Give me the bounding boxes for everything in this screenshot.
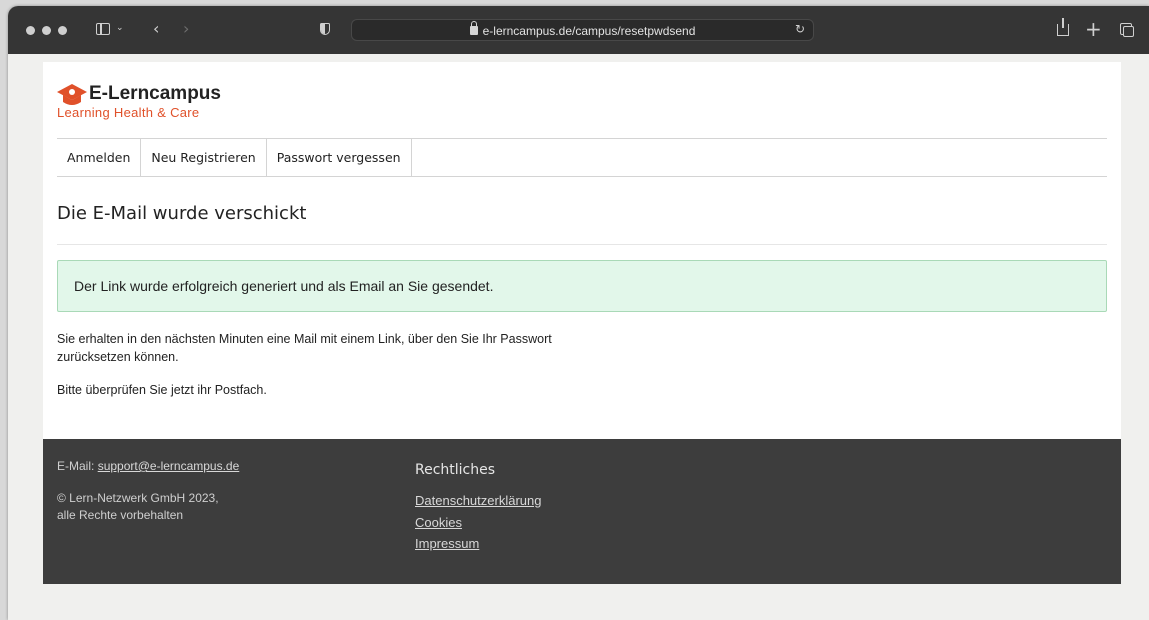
minimize-window-button[interactable] (42, 26, 51, 35)
copyright-line-2: alle Rechte vorbehalten (57, 508, 184, 522)
info-paragraph: Sie erhalten in den nächsten Minuten ein… (57, 332, 552, 364)
footer-email: E-Mail: support@e-lerncampus.de (57, 459, 239, 473)
success-alert-text: Der Link wurde erfolgreich generiert und… (74, 278, 494, 294)
address-bar-url: e-lerncampus.de/campus/resetpwdsend (482, 24, 696, 38)
footer-link-privacy[interactable]: Datenschutzerklärung (415, 493, 541, 508)
footer-link-imprint[interactable]: Impressum (415, 536, 479, 551)
page-title: Die E-Mail wurde verschickt (57, 203, 307, 224)
main-nav: Anmelden Neu Registrieren Passwort verge… (57, 138, 1107, 177)
share-icon[interactable] (1057, 18, 1069, 36)
site-footer: E-Mail: support@e-lerncampus.de © Lern-N… (43, 439, 1121, 584)
brand-tagline: Learning Health & Care (57, 105, 200, 120)
new-tab-icon[interactable]: + (1085, 19, 1102, 39)
nav-item-login[interactable]: Anmelden (57, 139, 142, 176)
chevron-down-icon[interactable]: ⌄ (116, 24, 124, 33)
forward-button[interactable]: › (183, 21, 189, 37)
copyright-line-1: © Lern-Netzwerk GmbH 2023, (57, 491, 219, 505)
page-content: E-Lerncampus Learning Health & Care Anme… (43, 62, 1121, 584)
footer-email-link[interactable]: support@e-lerncampus.de (98, 459, 240, 473)
footer-email-label: E-Mail: (57, 459, 95, 473)
address-bar[interactable]: e-lerncampus.de/campus/resetpwdsend ↻ (351, 19, 814, 41)
divider (57, 244, 1107, 245)
sidebar-toggle-icon[interactable] (96, 23, 110, 35)
success-alert: Der Link wurde erfolgreich generiert und… (57, 260, 1107, 312)
close-window-button[interactable] (26, 26, 35, 35)
brand-name: E-Lerncampus (89, 83, 221, 104)
footer-copyright: © Lern-Netzwerk GmbH 2023, alle Rechte v… (57, 490, 277, 524)
footer-link-cookies[interactable]: Cookies (415, 515, 462, 530)
check-inbox-paragraph: Bitte überprüfen Sie jetzt ihr Postfach. (57, 383, 267, 397)
back-button[interactable]: ‹ (153, 21, 159, 37)
footer-legal-links: Datenschutzerklärung Cookies Impressum (415, 490, 541, 555)
privacy-shield-icon[interactable] (320, 23, 330, 35)
nav-item-forgot-password[interactable]: Passwort vergessen (267, 139, 412, 176)
browser-toolbar: ⌄ ‹ › e-lerncampus.de/campus/resetpwdsen… (8, 6, 1149, 54)
zoom-window-button[interactable] (58, 26, 67, 35)
nav-item-register[interactable]: Neu Registrieren (141, 139, 267, 176)
lock-icon (469, 21, 478, 35)
browser-window: ⌄ ‹ › e-lerncampus.de/campus/resetpwdsen… (8, 6, 1149, 620)
reload-icon[interactable]: ↻ (795, 23, 805, 35)
tab-overview-icon[interactable] (1120, 23, 1134, 37)
footer-legal-heading: Rechtliches (415, 462, 496, 478)
